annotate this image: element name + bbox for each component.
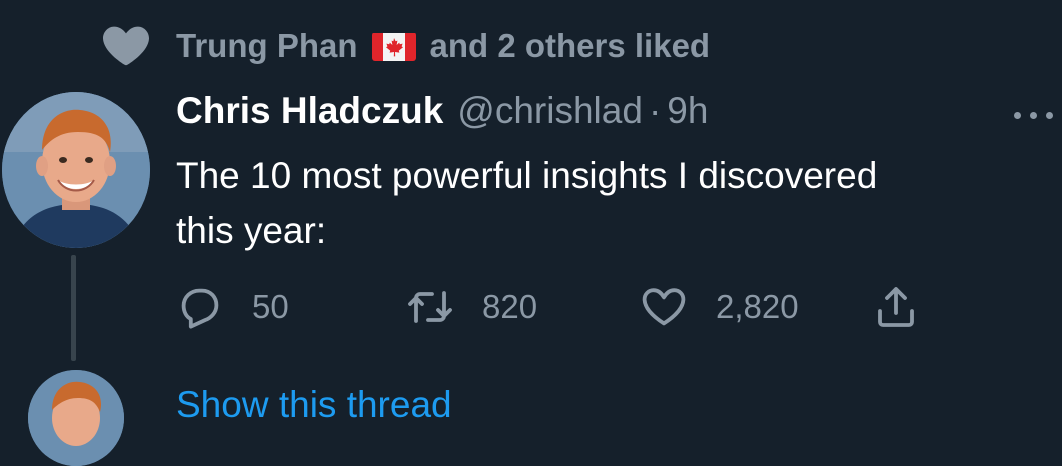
tweet-header: Chris Hladczuk @chrishlad · 9h bbox=[176, 90, 708, 136]
author-avatar[interactable] bbox=[2, 92, 150, 248]
social-context-text: Trung Phan and 2 others liked bbox=[176, 27, 710, 65]
author-display-name[interactable]: Chris Hladczuk bbox=[176, 90, 443, 132]
heart-outline-icon bbox=[642, 288, 686, 326]
tweet-timestamp[interactable]: 9h bbox=[667, 90, 708, 132]
liker-name[interactable]: Trung Phan bbox=[176, 27, 358, 65]
more-options-button[interactable] bbox=[1014, 100, 1062, 130]
more-icon-dot bbox=[1030, 111, 1037, 119]
show-thread-link[interactable]: Show this thread bbox=[176, 384, 452, 426]
author-handle[interactable]: @chrishlad bbox=[457, 90, 643, 132]
retweet-icon bbox=[408, 291, 452, 323]
separator-dot: · bbox=[648, 90, 662, 131]
thread-avatar-image bbox=[28, 370, 124, 466]
like-count: 2,820 bbox=[716, 288, 799, 325]
retweet-button[interactable]: 820 bbox=[406, 282, 537, 332]
tweet-text: The 10 most powerful insights I discover… bbox=[176, 155, 878, 251]
more-icon-dot bbox=[1046, 111, 1053, 119]
heart-icon bbox=[102, 26, 150, 66]
reply-button[interactable]: 50 bbox=[176, 282, 289, 332]
reply-count: 50 bbox=[252, 288, 289, 325]
thread-avatar[interactable] bbox=[28, 370, 124, 466]
share-icon bbox=[878, 287, 914, 327]
reply-icon bbox=[181, 288, 219, 329]
more-icon-dot bbox=[1014, 111, 1021, 119]
tweet-actions: 50 820 2,820 bbox=[176, 282, 936, 332]
canada-flag-icon bbox=[371, 32, 416, 61]
retweet-count: 820 bbox=[482, 288, 538, 325]
social-context[interactable]: Trung Phan and 2 others liked bbox=[102, 22, 710, 70]
like-button[interactable]: 2,820 bbox=[640, 282, 799, 332]
social-context-suffix: and 2 others liked bbox=[429, 27, 711, 64]
avatar-image bbox=[2, 92, 150, 248]
share-button[interactable] bbox=[872, 282, 920, 332]
thread-connector-line bbox=[71, 255, 76, 361]
